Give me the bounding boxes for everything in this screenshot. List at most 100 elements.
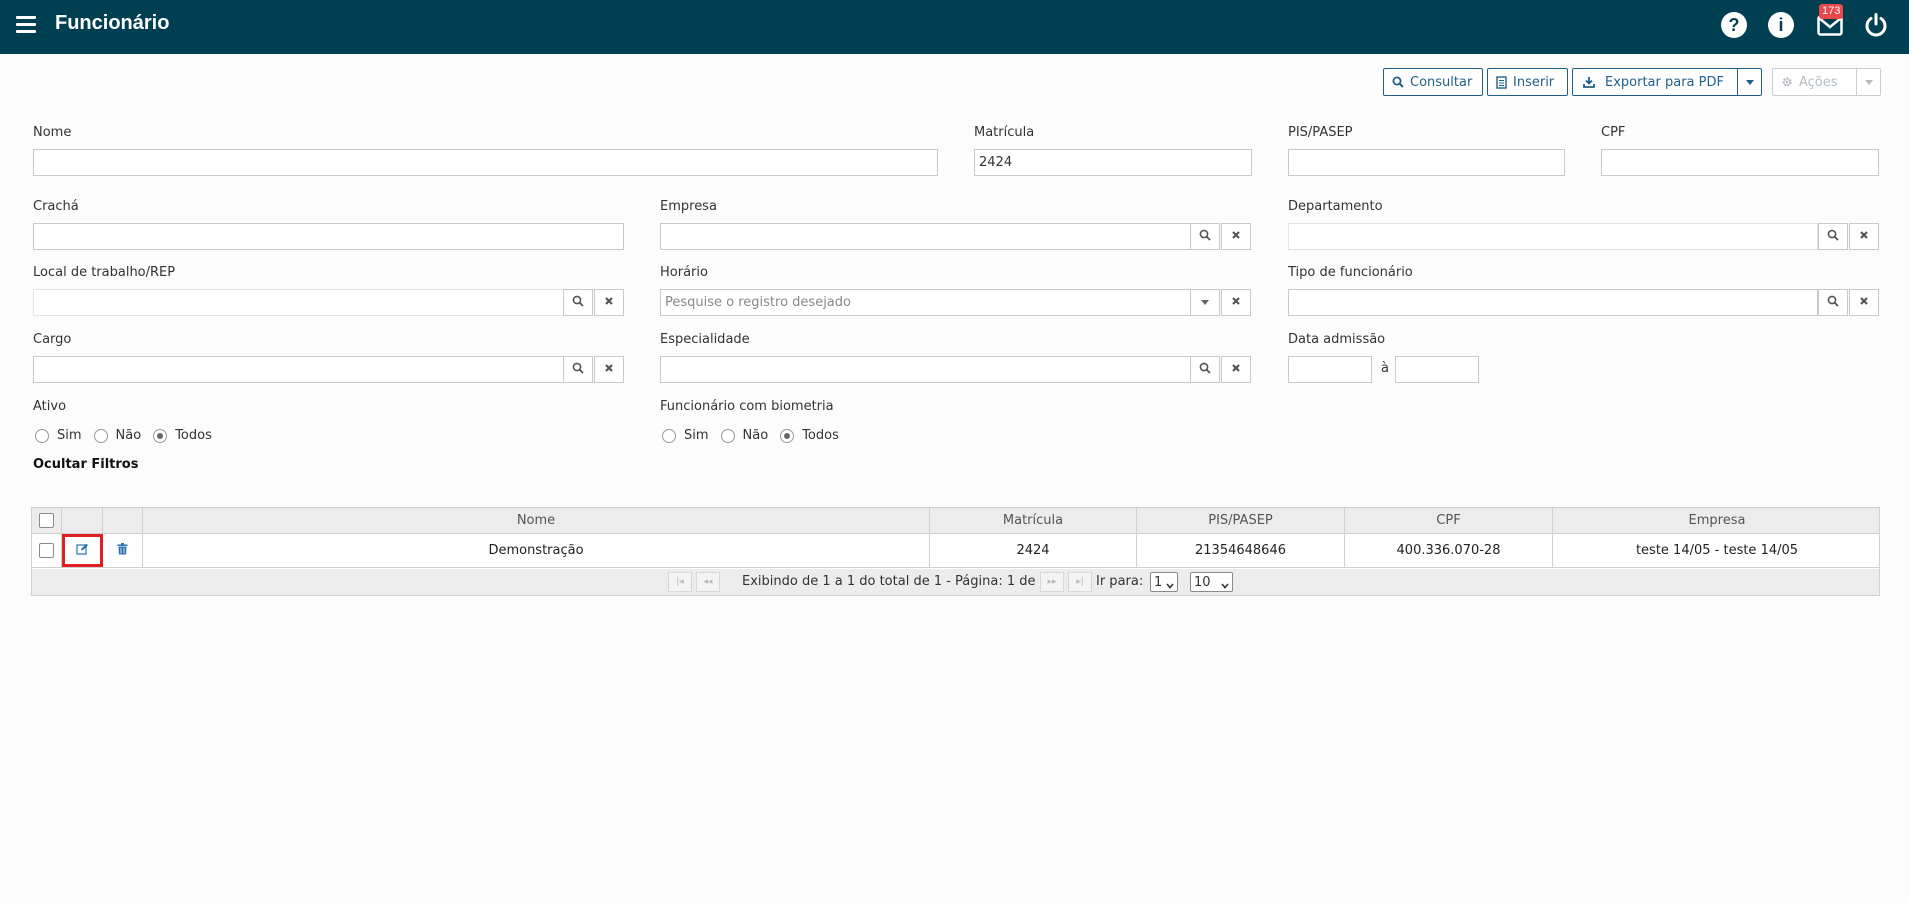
especialidade-input[interactable] (660, 356, 1191, 383)
departamento-clear-button[interactable] (1849, 223, 1879, 250)
table-row[interactable]: Demonstração 2424 21354648646 400.336.07… (32, 534, 1879, 568)
ativo-option-todos[interactable]: Todos (153, 428, 212, 443)
search-icon (572, 362, 584, 378)
column-header-pis[interactable]: PIS/PASEP (1137, 508, 1345, 533)
cargo-clear-button[interactable] (594, 356, 624, 383)
nome-input[interactable] (33, 149, 938, 176)
cell-nome: Demonstração (143, 534, 930, 567)
next-page-button[interactable]: ▸▸ (1040, 572, 1064, 592)
data-admissao-from-input[interactable] (1288, 356, 1372, 383)
horario-dropdown-button[interactable] (1190, 289, 1220, 316)
local-label: Local de trabalho/REP (33, 265, 176, 280)
column-header-nome[interactable]: Nome (143, 508, 930, 533)
empresa-clear-button[interactable] (1221, 223, 1251, 250)
radio-label: Sim (57, 428, 82, 443)
search-icon (572, 295, 584, 311)
ativo-option-nao[interactable]: Não (93, 428, 142, 443)
ativo-option-sim[interactable]: Sim (35, 428, 82, 443)
radio-label: Sim (684, 428, 709, 443)
data-admissao-label: Data admissão (1288, 332, 1386, 347)
gear-icon (1781, 76, 1793, 88)
empresa-input[interactable] (660, 223, 1191, 250)
pis-input[interactable] (1288, 149, 1565, 176)
edit-column-header (62, 508, 103, 533)
biometria-radio-group: Sim Não Todos (662, 428, 851, 443)
exportar-pdf-button[interactable]: Exportar para PDF (1572, 68, 1762, 96)
info-icon[interactable]: i (1768, 12, 1794, 38)
page-size-select[interactable]: 10 (1190, 572, 1233, 592)
select-all-checkbox[interactable] (39, 513, 54, 528)
grid-header: Nome Matrícula PIS/PASEP CPF Empresa (32, 508, 1879, 534)
help-icon[interactable]: ? (1721, 12, 1747, 38)
document-icon (1496, 75, 1507, 89)
row-checkbox[interactable] (39, 543, 54, 558)
tipo-input[interactable] (1288, 289, 1818, 316)
empresa-label: Empresa (660, 199, 717, 214)
acoes-button[interactable]: Ações (1772, 68, 1881, 96)
local-search-button[interactable] (563, 289, 593, 316)
radio-button[interactable] (93, 428, 108, 443)
radio-label: Não (742, 428, 769, 443)
power-icon[interactable] (1863, 12, 1889, 38)
top-bar: Funcionário ? i 173 (0, 0, 1909, 54)
cracha-label: Crachá (33, 199, 79, 214)
departamento-search-button[interactable] (1818, 223, 1848, 250)
radio-button[interactable] (153, 428, 168, 443)
tipo-clear-button[interactable] (1849, 289, 1879, 316)
departamento-input[interactable] (1288, 223, 1818, 250)
horario-select[interactable]: Pesquise o registro desejado (660, 289, 1191, 316)
tipo-search-button[interactable] (1818, 289, 1848, 316)
page-select-value: 1 (1154, 574, 1163, 590)
matricula-input[interactable]: 2424 (974, 149, 1252, 176)
inserir-label: Inserir (1513, 74, 1555, 90)
cracha-input[interactable] (33, 223, 624, 250)
radio-label: Não (115, 428, 142, 443)
cell-pis: 21354648646 (1137, 534, 1345, 567)
page-select[interactable]: 1 (1150, 572, 1178, 592)
inserir-button[interactable]: Inserir (1487, 68, 1568, 96)
radio-button[interactable] (35, 428, 49, 443)
biometria-option-nao[interactable]: Não (720, 428, 769, 443)
search-icon (1827, 229, 1839, 245)
grid-pager: |◂ ◂◂ Exibindo de 1 a 1 do total de 1 - … (32, 569, 1879, 595)
search-icon (1392, 76, 1404, 88)
horario-clear-button[interactable] (1221, 289, 1251, 316)
radio-button[interactable] (780, 428, 795, 443)
cpf-label: CPF (1601, 125, 1626, 140)
empresa-search-button[interactable] (1190, 223, 1220, 250)
search-icon (1199, 362, 1211, 378)
chevron-down-icon (1745, 79, 1754, 85)
hamburger-menu-icon[interactable] (16, 16, 36, 34)
column-header-matricula[interactable]: Matrícula (930, 508, 1137, 533)
local-input[interactable] (33, 289, 564, 316)
biometria-option-todos[interactable]: Todos (780, 428, 839, 443)
especialidade-clear-button[interactable] (1221, 356, 1251, 383)
departamento-label: Departamento (1288, 199, 1383, 214)
cpf-input[interactable] (1601, 149, 1879, 176)
biometria-option-sim[interactable]: Sim (662, 428, 709, 443)
radio-button[interactable] (662, 428, 676, 443)
prev-page-button[interactable]: ◂◂ (696, 572, 720, 592)
edit-button[interactable] (62, 534, 103, 567)
last-page-button[interactable]: ▸| (1068, 572, 1092, 592)
cargo-label: Cargo (33, 332, 72, 347)
radio-button[interactable] (720, 428, 735, 443)
close-icon (1859, 229, 1869, 244)
especialidade-label: Especialidade (660, 332, 750, 347)
radio-label: Todos (175, 428, 212, 443)
ocultar-filtros-link[interactable]: Ocultar Filtros (33, 457, 138, 472)
cargo-search-button[interactable] (563, 356, 593, 383)
acoes-dropdown-toggle[interactable] (1856, 69, 1880, 95)
cargo-input[interactable] (33, 356, 564, 383)
goto-label: Ir para: (1096, 574, 1144, 589)
close-icon (1231, 295, 1241, 310)
delete-button[interactable] (103, 534, 143, 567)
exportar-dropdown-toggle[interactable] (1737, 69, 1761, 95)
column-header-empresa[interactable]: Empresa (1553, 508, 1881, 533)
consultar-button[interactable]: Consultar (1383, 68, 1483, 96)
especialidade-search-button[interactable] (1190, 356, 1220, 383)
data-admissao-to-input[interactable] (1395, 356, 1479, 383)
local-clear-button[interactable] (594, 289, 624, 316)
first-page-button[interactable]: |◂ (668, 572, 692, 592)
column-header-cpf[interactable]: CPF (1345, 508, 1553, 533)
